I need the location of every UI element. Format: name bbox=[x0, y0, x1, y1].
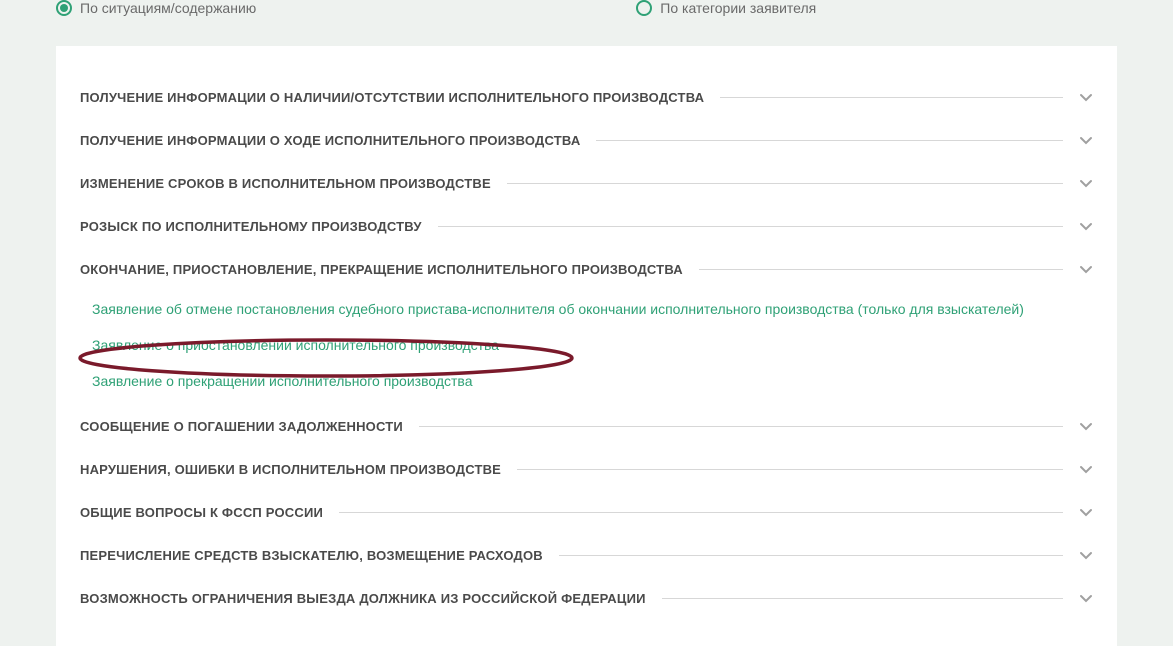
chevron-down-icon bbox=[1079, 177, 1093, 191]
chevron-down-icon bbox=[1079, 220, 1093, 234]
chevron-down-icon bbox=[1079, 592, 1093, 606]
radio-icon-filled bbox=[56, 0, 72, 16]
section-1[interactable]: ПОЛУЧЕНИЕ ИНФОРМАЦИИ О ХОДЕ ИСПОЛНИТЕЛЬН… bbox=[80, 119, 1093, 162]
section-2[interactable]: ИЗМЕНЕНИЕ СРОКОВ В ИСПОЛНИТЕЛЬНОМ ПРОИЗВ… bbox=[80, 162, 1093, 205]
divider-line bbox=[699, 269, 1063, 270]
divider-line bbox=[339, 512, 1063, 513]
section-title: ПОЛУЧЕНИЕ ИНФОРМАЦИИ О ХОДЕ ИСПОЛНИТЕЛЬН… bbox=[80, 133, 596, 148]
section-title: ПОЛУЧЕНИЕ ИНФОРМАЦИИ О НАЛИЧИИ/ОТСУТСТВИ… bbox=[80, 90, 720, 105]
divider-line bbox=[507, 183, 1063, 184]
chevron-down-icon bbox=[1079, 549, 1093, 563]
section-title: ИЗМЕНЕНИЕ СРОКОВ В ИСПОЛНИТЕЛЬНОМ ПРОИЗВ… bbox=[80, 176, 507, 191]
sublink-terminate[interactable]: Заявление о прекращении исполнительного … bbox=[92, 363, 1093, 399]
chevron-down-icon bbox=[1079, 463, 1093, 477]
divider-line bbox=[559, 555, 1063, 556]
section-title: ВОЗМОЖНОСТЬ ОГРАНИЧЕНИЯ ВЫЕЗДА ДОЛЖНИКА … bbox=[80, 591, 662, 606]
divider-line bbox=[419, 426, 1063, 427]
divider-line bbox=[596, 140, 1063, 141]
sublink-suspend[interactable]: Заявление о приостановлении исполнительн… bbox=[92, 327, 1093, 363]
divider-line bbox=[662, 598, 1063, 599]
section-title: НАРУШЕНИЯ, ОШИБКИ В ИСПОЛНИТЕЛЬНОМ ПРОИЗ… bbox=[80, 462, 517, 477]
section-7[interactable]: ОБЩИЕ ВОПРОСЫ К ФССП РОССИИ bbox=[80, 491, 1093, 534]
section-title: ПЕРЕЧИСЛЕНИЕ СРЕДСТВ ВЗЫСКАТЕЛЮ, ВОЗМЕЩЕ… bbox=[80, 548, 559, 563]
section-6[interactable]: НАРУШЕНИЯ, ОШИБКИ В ИСПОЛНИТЕЛЬНОМ ПРОИЗ… bbox=[80, 448, 1093, 491]
tab-situation[interactable]: По ситуациям/содержанию bbox=[56, 0, 256, 16]
section-title: РОЗЫСК ПО ИСПОЛНИТЕЛЬНОМУ ПРОИЗВОДСТВУ bbox=[80, 219, 438, 234]
chevron-down-icon bbox=[1079, 91, 1093, 105]
divider-line bbox=[438, 226, 1063, 227]
chevron-down-icon bbox=[1079, 134, 1093, 148]
tab-applicant[interactable]: По категории заявителя bbox=[636, 0, 816, 16]
section-4-expanded[interactable]: ОКОНЧАНИЕ, ПРИОСТАНОВЛЕНИЕ, ПРЕКРАЩЕНИЕ … bbox=[80, 248, 1093, 291]
section-5[interactable]: СООБЩЕНИЕ О ПОГАШЕНИИ ЗАДОЛЖЕННОСТИ bbox=[80, 405, 1093, 448]
radio-icon-empty bbox=[636, 0, 652, 16]
section-3[interactable]: РОЗЫСК ПО ИСПОЛНИТЕЛЬНОМУ ПРОИЗВОДСТВУ bbox=[80, 205, 1093, 248]
main-panel: ПОЛУЧЕНИЕ ИНФОРМАЦИИ О НАЛИЧИИ/ОТСУТСТВИ… bbox=[56, 46, 1117, 646]
tab-situation-label: По ситуациям/содержанию bbox=[80, 0, 256, 16]
tab-applicant-label: По категории заявителя bbox=[660, 0, 816, 16]
chevron-down-icon bbox=[1079, 420, 1093, 434]
section-9[interactable]: ВОЗМОЖНОСТЬ ОГРАНИЧЕНИЯ ВЫЕЗДА ДОЛЖНИКА … bbox=[80, 577, 1093, 620]
sublink-cancel[interactable]: Заявление об отмене постановления судебн… bbox=[92, 291, 1093, 327]
chevron-down-icon bbox=[1079, 263, 1093, 277]
section-8[interactable]: ПЕРЕЧИСЛЕНИЕ СРЕДСТВ ВЗЫСКАТЕЛЮ, ВОЗМЕЩЕ… bbox=[80, 534, 1093, 577]
divider-line bbox=[720, 97, 1063, 98]
section-title: СООБЩЕНИЕ О ПОГАШЕНИИ ЗАДОЛЖЕННОСТИ bbox=[80, 419, 419, 434]
section-title: ОКОНЧАНИЕ, ПРИОСТАНОВЛЕНИЕ, ПРЕКРАЩЕНИЕ … bbox=[80, 262, 699, 277]
section-title: ОБЩИЕ ВОПРОСЫ К ФССП РОССИИ bbox=[80, 505, 339, 520]
divider-line bbox=[517, 469, 1063, 470]
chevron-down-icon bbox=[1079, 506, 1093, 520]
section-0[interactable]: ПОЛУЧЕНИЕ ИНФОРМАЦИИ О НАЛИЧИИ/ОТСУТСТВИ… bbox=[80, 76, 1093, 119]
sublinks-group: Заявление об отмене постановления судебн… bbox=[80, 291, 1093, 405]
